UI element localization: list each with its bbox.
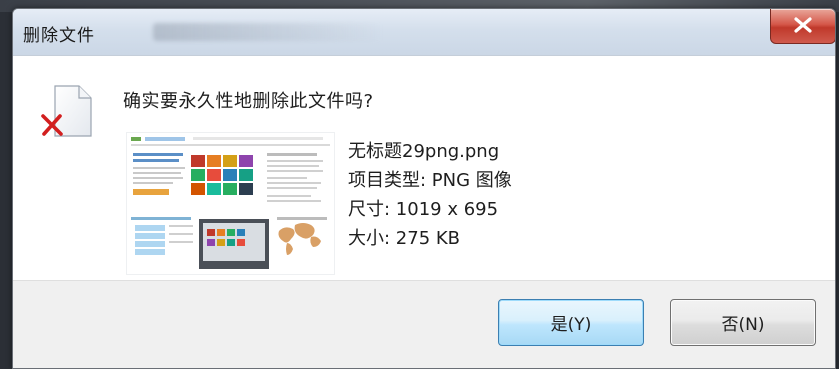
file-thumbnail: [126, 132, 335, 275]
blurred-background-text: [153, 23, 383, 41]
yes-button[interactable]: 是(Y): [498, 299, 644, 346]
delete-file-dialog: 删除文件 确实要永久性地删除此文件吗? 无标题29png.png 项目类型: P…: [12, 8, 836, 369]
file-size: 大小: 275 KB: [348, 228, 461, 249]
delete-confirmation-question: 确实要永久性地删除此文件吗?: [123, 91, 374, 112]
file-type: 项目类型: PNG 图像: [348, 170, 512, 191]
button-bar: 是(Y) 否(N): [13, 280, 835, 368]
dialog-title: 删除文件: [23, 26, 95, 46]
file-dimensions: 尺寸: 1019 x 695: [348, 199, 499, 220]
close-icon: [794, 17, 812, 33]
file-info: 无标题29png.png 项目类型: PNG 图像 尺寸: 1019 x 695…: [348, 137, 512, 253]
title-bar[interactable]: 删除文件: [13, 9, 835, 55]
file-delete-icon: [41, 85, 92, 137]
dialog-content: 确实要永久性地删除此文件吗? 无标题29png.png 项目类型: PNG 图像…: [13, 55, 835, 280]
close-button[interactable]: [770, 9, 835, 44]
no-button[interactable]: 否(N): [670, 299, 816, 346]
file-name: 无标题29png.png: [348, 141, 500, 162]
